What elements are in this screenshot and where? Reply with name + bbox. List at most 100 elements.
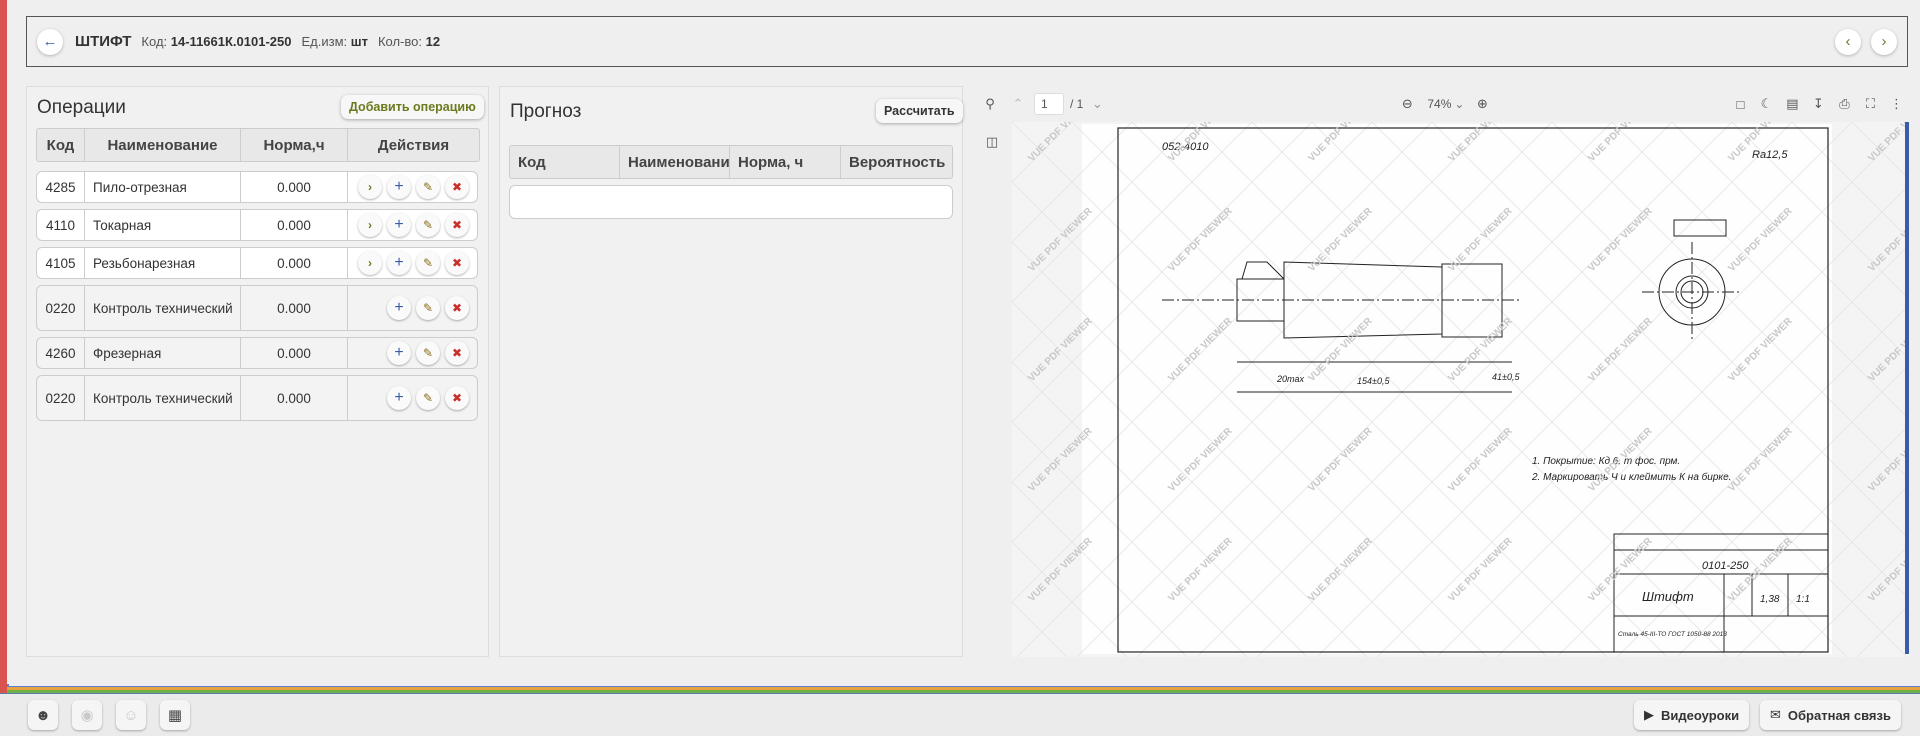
palette-button[interactable]: ◉: [72, 700, 102, 730]
delete-operation-button[interactable]: ✖: [445, 341, 469, 365]
open-operation-button[interactable]: ›: [358, 175, 382, 199]
doc-number: 0101-250: [1702, 560, 1749, 572]
drawing-roughness: Ra12,5: [1752, 149, 1788, 161]
calculate-button[interactable]: Рассчитать: [876, 99, 963, 123]
operation-name: Пило-отрезная: [85, 172, 241, 202]
add-suboperation-button[interactable]: +: [387, 251, 411, 275]
svg-text:41±0,5: 41±0,5: [1492, 372, 1520, 382]
chevron-right-icon: ›: [368, 180, 372, 194]
edit-operation-button[interactable]: ✎: [416, 175, 440, 199]
chevron-down-icon[interactable]: ⌄: [1087, 94, 1107, 114]
operation-row[interactable]: 4110 Токарная 0.000 › + ✎ ✖: [36, 209, 478, 241]
add-suboperation-button[interactable]: +: [387, 175, 411, 199]
operation-row[interactable]: 0220 Контроль технический 0.000 + ✎ ✖: [36, 375, 478, 421]
qr-button[interactable]: ▦: [160, 700, 190, 730]
operation-norm: 0.000: [241, 376, 348, 420]
add-suboperation-button[interactable]: +: [387, 341, 411, 365]
back-button[interactable]: ←: [37, 28, 63, 55]
plus-icon: +: [394, 254, 404, 271]
operation-row[interactable]: 4260 Фрезерная 0.000 + ✎ ✖: [36, 337, 478, 369]
fc-col-norm: Норма, ч: [730, 146, 841, 178]
delete-operation-button[interactable]: ✖: [445, 251, 469, 275]
chevron-right-icon: ›: [1881, 33, 1887, 50]
operation-norm: 0.000: [241, 338, 348, 368]
users-button[interactable]: ☻: [28, 700, 58, 730]
download-icon[interactable]: ↧: [1808, 94, 1828, 114]
delete-operation-button[interactable]: ✖: [445, 213, 469, 237]
print-icon[interactable]: ⎙: [1834, 94, 1854, 114]
plus-icon: +: [394, 216, 404, 233]
operation-row[interactable]: 0220 Контроль технический 0.000 + ✎ ✖: [36, 285, 478, 331]
edit-operation-button[interactable]: ✎: [416, 341, 440, 365]
page-input[interactable]: 1: [1034, 93, 1064, 115]
forecast-empty-row: [509, 185, 953, 219]
col-actions: Действия: [377, 136, 450, 154]
next-part-button[interactable]: ›: [1871, 28, 1897, 55]
edit-operation-button[interactable]: ✎: [416, 251, 440, 275]
edit-operation-button[interactable]: ✎: [416, 213, 440, 237]
add-suboperation-button[interactable]: +: [387, 386, 411, 410]
delete-operation-button[interactable]: ✖: [445, 296, 469, 320]
operation-code: 4260: [37, 338, 85, 368]
zoom-chevron-icon[interactable]: ⌄: [1454, 97, 1464, 111]
pdf-toolbar: ⚲ ⌃ 1 / 1 ⌄ ⊖ 74% ⌄ ⊕ □ ☾ ▤ ↧ ⎙ ⛶ ⋮: [972, 86, 1909, 122]
pdf-scrollbar[interactable]: [1905, 122, 1909, 654]
operation-norm: 0.000: [241, 210, 348, 240]
chevron-up-icon[interactable]: ⌃: [1008, 94, 1028, 114]
more-icon[interactable]: ⋮: [1886, 94, 1906, 114]
qr-code-icon: ▦: [167, 707, 183, 724]
operation-name: Контроль технический: [85, 286, 241, 330]
part-code: Код: 14-11661К.0101-250: [141, 34, 292, 49]
video-lessons-button[interactable]: ▶ Видеоуроки: [1634, 700, 1750, 730]
operation-code: 4110: [37, 210, 85, 240]
add-suboperation-button[interactable]: +: [387, 296, 411, 320]
operation-row[interactable]: 4105 Резьбонарезная 0.000 › + ✎ ✖: [36, 247, 478, 279]
operation-code: 4285: [37, 172, 85, 202]
dark-mode-icon[interactable]: ☾: [1756, 94, 1776, 114]
arrow-left-icon: ←: [42, 33, 58, 50]
pdf-search-icon[interactable]: ⚲: [980, 94, 1000, 114]
zoom-in-icon[interactable]: ⊕: [1472, 94, 1492, 114]
forecast-table-header: Код Наименовани Норма, ч Вероятность: [509, 145, 953, 179]
plus-icon: +: [394, 344, 404, 361]
emoji-button[interactable]: ☺: [116, 700, 146, 730]
operation-norm: 0.000: [241, 248, 348, 278]
feedback-button[interactable]: ✉ Обратная связь: [1760, 700, 1901, 730]
palette-icon: ◉: [80, 707, 94, 724]
edit-operation-button[interactable]: ✎: [416, 386, 440, 410]
operation-row[interactable]: 4285 Пило-отрезная 0.000 › + ✎ ✖: [36, 171, 478, 203]
pdf-page-area: 052-4010 Ra12,5 20max 154±0,5 41±0,5 1. …: [1012, 122, 1909, 657]
drawing-note-2: 2. Маркировать Ч и клеймить К на бирке.: [1531, 471, 1731, 483]
zoom-level[interactable]: 74%: [1427, 97, 1451, 111]
operation-actions: + ✎ ✖: [348, 376, 477, 420]
comment-icon[interactable]: □: [1730, 94, 1750, 114]
open-operation-button[interactable]: ›: [358, 251, 382, 275]
open-operation-button[interactable]: ›: [358, 213, 382, 237]
operation-code: 0220: [37, 286, 85, 330]
trash-icon: ✖: [451, 391, 463, 405]
pencil-icon: ✎: [422, 180, 434, 194]
add-operation-button[interactable]: Добавить операцию: [341, 95, 484, 119]
plus-icon: +: [394, 178, 404, 195]
operation-norm: 0.000: [241, 172, 348, 202]
operations-title: Операции: [37, 97, 126, 118]
plus-icon: +: [394, 299, 404, 316]
edit-operation-button[interactable]: ✎: [416, 296, 440, 320]
video-icon: ▶: [1644, 707, 1654, 722]
delete-operation-button[interactable]: ✖: [445, 386, 469, 410]
fullscreen-icon[interactable]: ⛶: [1860, 94, 1880, 114]
fc-col-name: Наименовани: [620, 146, 730, 178]
material-value: Сталь 45-III-ТО ГОСТ 1050-88 2013: [1618, 631, 1727, 638]
add-suboperation-button[interactable]: +: [387, 213, 411, 237]
forecast-panel: Прогноз Рассчитать Код Наименовани Норма…: [499, 86, 963, 657]
pencil-icon: ✎: [422, 391, 434, 405]
operations-panel: Операции Добавить операцию Код Наименова…: [26, 86, 489, 657]
delete-operation-button[interactable]: ✖: [445, 175, 469, 199]
zoom-out-icon[interactable]: ⊖: [1397, 94, 1417, 114]
prev-part-button[interactable]: ‹: [1835, 28, 1861, 55]
document-icon[interactable]: ▤: [1782, 94, 1802, 114]
sidebar-toggle-icon[interactable]: ◫: [982, 132, 1002, 152]
pdf-sidebar: ◫: [972, 122, 1012, 657]
operation-actions: › + ✎ ✖: [348, 210, 477, 240]
operation-norm: 0.000: [241, 286, 348, 330]
